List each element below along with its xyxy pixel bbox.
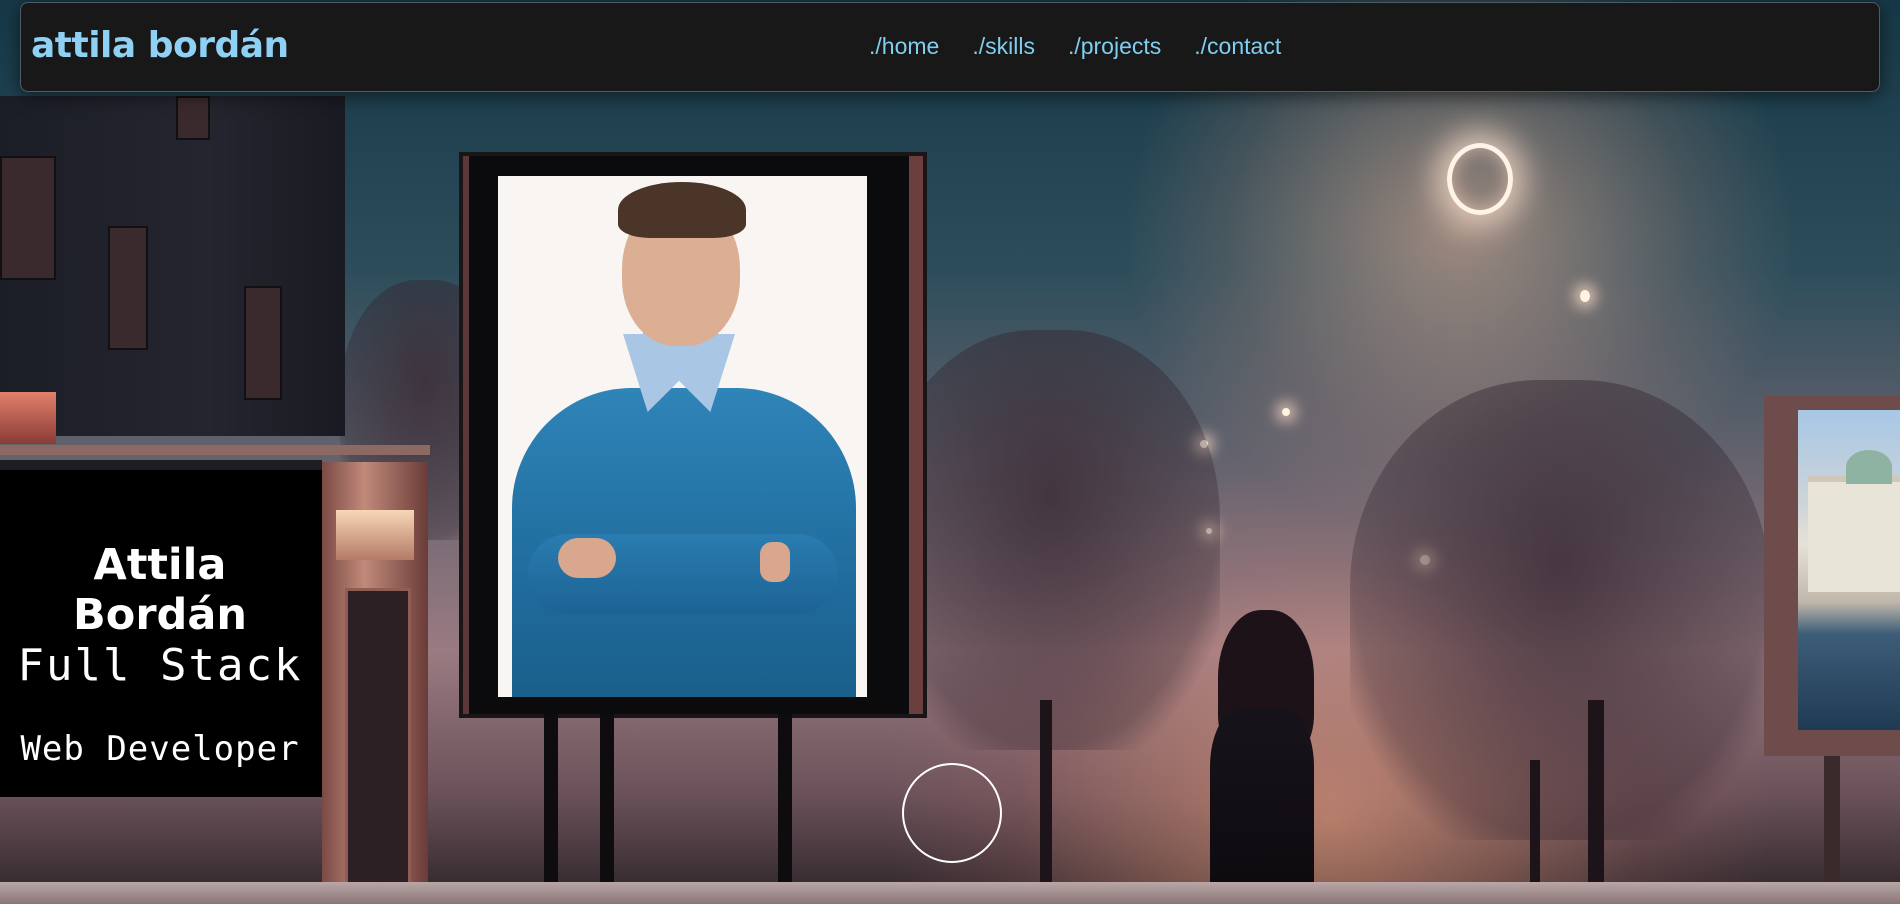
- brand-logo-link[interactable]: attila bordán: [31, 25, 289, 66]
- billboard-post: [544, 714, 558, 884]
- sign-role-line2: Web Developer: [20, 729, 300, 769]
- tree-silhouette: [880, 330, 1220, 750]
- light-orb: [1282, 408, 1290, 416]
- palace-dome: [1846, 450, 1892, 484]
- awning-light: [0, 392, 56, 444]
- photo-hair: [618, 182, 746, 238]
- nav-link-projects[interactable]: ./projects: [1068, 33, 1161, 60]
- woman-silhouette: [1210, 708, 1314, 904]
- left-building: [0, 96, 345, 436]
- cursor-ring: [902, 763, 1002, 863]
- nav-links: ./home ./skills ./projects ./contact: [869, 33, 1281, 60]
- profile-photo: [498, 176, 867, 697]
- glowing-halo: [1447, 143, 1513, 215]
- building-window: [0, 156, 56, 280]
- palace-image: [1808, 476, 1900, 592]
- billboard-screen-photo: [1798, 410, 1900, 730]
- sign-role-line1: Full Stack: [17, 640, 303, 691]
- tree-trunk: [1040, 700, 1052, 890]
- kiosk-light: [336, 510, 414, 560]
- right-billboard: [1764, 396, 1900, 756]
- tree-silhouette: [1350, 380, 1770, 840]
- billboard-post: [600, 714, 614, 884]
- nav-link-contact[interactable]: ./contact: [1194, 33, 1281, 60]
- building-window: [108, 226, 148, 350]
- top-navbar: attila bordán ./home ./skills ./projects…: [20, 2, 1880, 92]
- light-orb: [1580, 290, 1590, 302]
- billboard-post: [778, 714, 792, 904]
- hero-scene: Attila Bordán Full Stack Web Developer: [0, 0, 1900, 904]
- tree-trunk: [1588, 700, 1604, 890]
- tree-trunk: [1530, 760, 1540, 890]
- sign-name-text: Attila Bordán: [73, 540, 247, 640]
- photo-hand: [558, 538, 616, 578]
- building-window: [244, 286, 282, 400]
- building-ledge: [0, 445, 430, 455]
- ground: [0, 882, 1900, 904]
- nav-link-home[interactable]: ./home: [869, 33, 939, 60]
- building-window: [176, 96, 210, 140]
- nav-link-skills[interactable]: ./skills: [972, 33, 1035, 60]
- kiosk-door: [345, 588, 411, 904]
- photo-hand: [760, 542, 790, 582]
